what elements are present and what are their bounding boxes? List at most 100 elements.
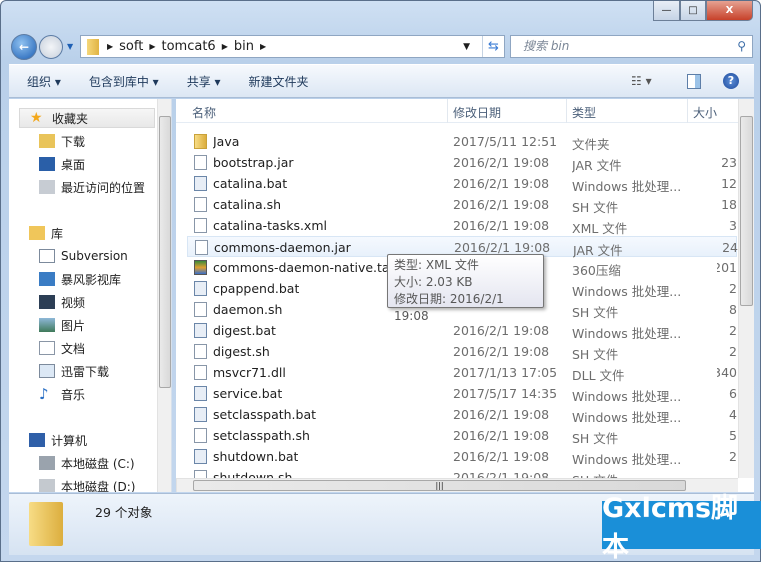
file-type: 360压缩 — [572, 263, 621, 278]
sidebar-item-videos[interactable]: 视频 — [39, 292, 85, 312]
file-row[interactable]: service.bat 2017/5/17 14:35 Windows 批处理.… — [187, 383, 737, 404]
file-row[interactable]: bootstrap.jar 2016/2/1 19:08 JAR 文件 23 — [187, 152, 737, 173]
column-size[interactable]: 大小 — [693, 104, 717, 121]
view-dropdown[interactable]: ▾ — [646, 74, 652, 88]
sidebar-computer[interactable]: 计算机 — [29, 430, 87, 450]
sidebar-scroll-thumb[interactable] — [159, 116, 171, 388]
file-size: 24 — [722, 240, 738, 255]
column-date[interactable]: 修改日期 — [453, 104, 501, 121]
sidebar-favorites[interactable]: ★ 收藏夹 — [19, 108, 155, 128]
refresh-icon[interactable]: ⇆ — [482, 36, 504, 57]
file-size: 2 — [729, 344, 737, 359]
navigation-pane: ★ 收藏夹 下载 桌面 最近访问的位置 库 Subversion 暴风影视库 视频… — [9, 99, 172, 492]
file-name: digest.sh — [213, 344, 270, 359]
bat-icon — [194, 386, 207, 401]
address-bar[interactable]: ▶ soft ▶ tomcat6 ▶ bin ▶ ▼ ⇆ — [80, 35, 505, 58]
file-size: 8 — [729, 302, 737, 317]
file-type: JAR 文件 — [572, 158, 622, 173]
file-date: 2017/5/11 12:51 — [453, 134, 558, 149]
file-row[interactable]: digest.sh 2016/2/1 19:08 SH 文件 2 — [187, 341, 737, 362]
library-icon — [29, 226, 45, 240]
jar-icon — [194, 155, 207, 170]
search-input[interactable]: 搜索 bin ⚲ — [510, 35, 753, 58]
file-icon — [194, 344, 207, 359]
sidebar-item-documents[interactable]: 文档 — [39, 338, 85, 358]
maximize-button[interactable]: □ — [680, 1, 706, 21]
download-library-icon — [39, 364, 55, 378]
bat-icon — [194, 407, 207, 422]
file-row[interactable]: catalina.bat 2016/2/1 19:08 Windows 批处理.… — [187, 173, 737, 194]
breadcrumb-soft[interactable]: soft — [119, 39, 143, 54]
column-type[interactable]: 类型 — [572, 104, 596, 121]
sidebar-libraries[interactable]: 库 — [29, 223, 63, 243]
column-divider[interactable] — [687, 99, 688, 123]
file-type: 文件夹 — [572, 137, 610, 152]
file-row[interactable]: setclasspath.bat 2016/2/1 19:08 Windows … — [187, 404, 737, 425]
file-name: digest.bat — [213, 323, 276, 338]
help-icon[interactable]: ? — [723, 73, 739, 89]
file-date: 2017/1/13 17:05 — [453, 365, 558, 380]
column-divider[interactable] — [447, 99, 448, 123]
tooltip-type: 类型: XML 文件 — [394, 258, 479, 272]
bat-icon — [194, 281, 207, 296]
column-name[interactable]: 名称 — [192, 104, 216, 121]
minimize-button[interactable]: — — [653, 1, 680, 21]
archive-icon — [194, 260, 207, 275]
view-options-icon[interactable]: ☷ ▾ — [631, 74, 652, 88]
file-type: SH 文件 — [572, 200, 619, 215]
sidebar-item-recent[interactable]: 最近访问的位置 — [39, 177, 145, 197]
document-icon — [39, 341, 55, 355]
file-type: Windows 批处理... — [572, 389, 682, 404]
file-row[interactable]: setclasspath.sh 2016/2/1 19:08 SH 文件 5 — [187, 425, 737, 446]
sidebar-label: 收藏夹 — [52, 111, 89, 126]
sidebar-item-subversion[interactable]: Subversion — [39, 246, 128, 266]
file-row[interactable]: shutdown.bat 2016/2/1 19:08 Windows 批处理.… — [187, 446, 737, 467]
include-library-menu[interactable]: 包含到库中 ▾ — [89, 73, 159, 90]
file-row[interactable]: Java 2017/5/11 12:51 文件夹 — [187, 131, 737, 152]
file-size: 5 — [729, 428, 737, 443]
sidebar-item-baofeng[interactable]: 暴风影视库 — [39, 269, 121, 289]
file-name: catalina.bat — [213, 176, 288, 191]
file-size: 4 — [729, 407, 737, 422]
file-type: Windows 批处理... — [572, 326, 682, 341]
organize-menu[interactable]: 组织 ▾ — [27, 73, 61, 90]
new-folder-button[interactable]: 新建文件夹 — [249, 73, 309, 90]
forward-button[interactable] — [39, 35, 63, 59]
recent-pages-chevron-icon[interactable]: ▼ — [67, 42, 73, 51]
file-scroll-thumb[interactable] — [740, 116, 753, 306]
column-divider[interactable] — [566, 99, 567, 123]
breadcrumb-bin[interactable]: bin — [234, 39, 254, 54]
file-row[interactable]: catalina-tasks.xml 2016/2/1 19:08 XML 文件… — [187, 215, 737, 236]
preview-pane-icon[interactable] — [687, 73, 701, 89]
share-menu[interactable]: 共享 ▾ — [187, 73, 221, 90]
file-row[interactable]: msvcr71.dll 2017/1/13 17:05 DLL 文件 340 — [187, 362, 737, 383]
file-type: Windows 批处理... — [572, 452, 682, 467]
file-type: SH 文件 — [572, 305, 619, 320]
file-type: XML 文件 — [572, 221, 628, 236]
search-icon[interactable]: ⚲ — [737, 36, 746, 57]
sidebar-item-downloads[interactable]: 下载 — [39, 131, 85, 151]
file-name: setclasspath.bat — [213, 407, 317, 422]
sidebar-scrollbar[interactable] — [157, 99, 171, 492]
file-type: DLL 文件 — [572, 368, 625, 383]
breadcrumb-tomcat6[interactable]: tomcat6 — [161, 39, 215, 54]
sidebar-item-drive-c[interactable]: 本地磁盘 (C:) — [39, 453, 135, 473]
sidebar-item-drive-d[interactable]: 本地磁盘 (D:) — [39, 476, 135, 492]
file-type: Windows 批处理... — [572, 284, 682, 299]
file-icon — [194, 197, 207, 212]
file-list-scrollbar[interactable] — [738, 99, 754, 478]
sidebar-label: 视频 — [61, 295, 86, 310]
sidebar-label: 图片 — [61, 318, 86, 333]
search-placeholder: 搜索 bin — [523, 39, 570, 53]
sidebar-label: 本地磁盘 (C:) — [61, 456, 135, 471]
sidebar-item-pictures[interactable]: 图片 — [39, 315, 85, 335]
desktop-icon — [39, 157, 55, 171]
back-button[interactable]: ← — [11, 34, 37, 60]
file-row[interactable]: catalina.sh 2016/2/1 19:08 SH 文件 18 — [187, 194, 737, 215]
sidebar-item-music[interactable]: ♪ 音乐 — [39, 384, 85, 404]
address-dropdown-icon[interactable]: ▼ — [463, 42, 470, 52]
sidebar-item-desktop[interactable]: 桌面 — [39, 154, 85, 174]
bat-icon — [194, 323, 207, 338]
sidebar-item-xunlei[interactable]: 迅雷下载 — [39, 361, 109, 381]
close-button[interactable]: X — [706, 1, 753, 21]
